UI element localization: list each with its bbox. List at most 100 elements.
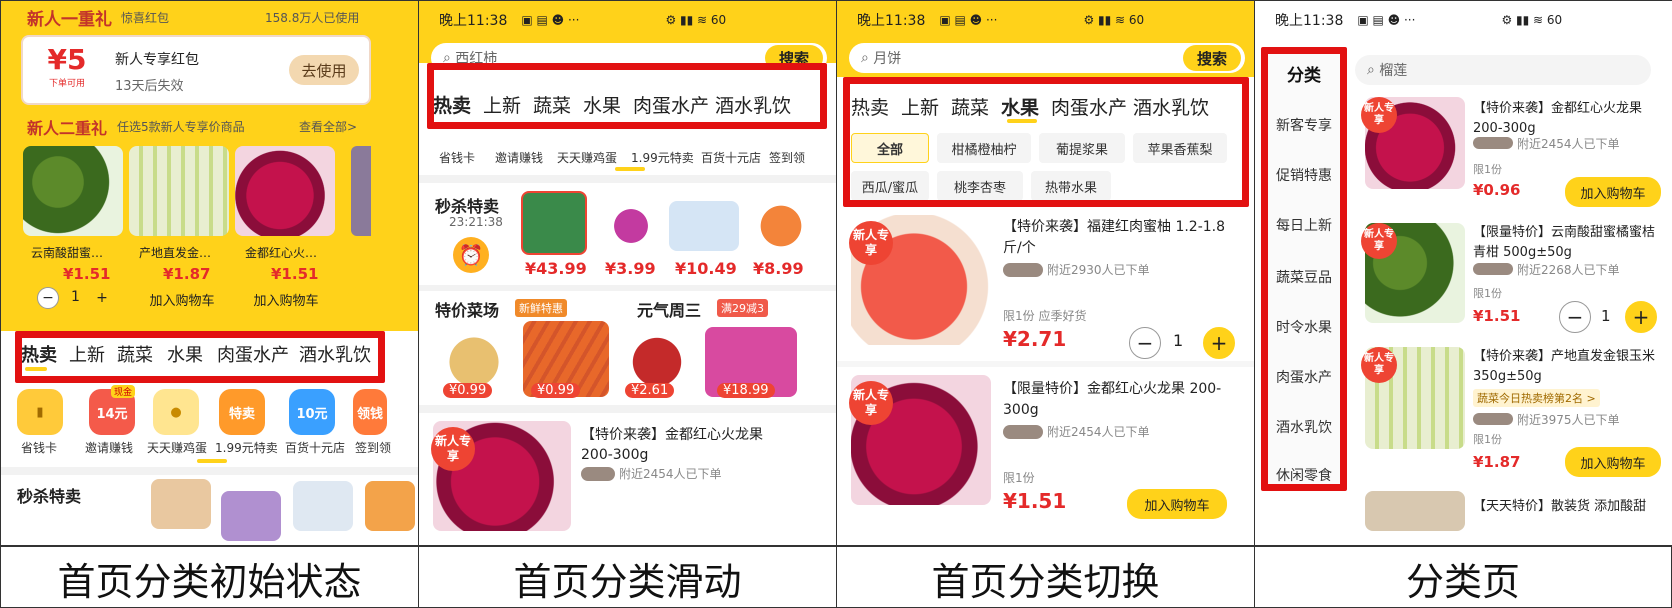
market-price: ¥18.99 — [717, 383, 775, 398]
flash-product-image[interactable] — [151, 479, 211, 529]
qty-plus-button[interactable]: + — [1203, 327, 1235, 359]
category-item-promotion[interactable]: 促销特惠 — [1265, 165, 1343, 185]
category-item-snacks[interactable]: 休闲零食 — [1265, 465, 1343, 485]
market-price: ¥0.99 — [443, 383, 493, 398]
product-price: ¥1.51 — [271, 265, 319, 283]
flash-product-image[interactable] — [747, 197, 815, 255]
alarm-clock-icon: ⏰ — [453, 237, 489, 273]
tab-vegetables[interactable]: 蔬菜 — [951, 93, 989, 120]
flash-product-image[interactable] — [521, 191, 587, 255]
limit-text: 限1份 — [1473, 163, 1502, 176]
tab-hot[interactable]: 热卖 — [21, 341, 57, 367]
tab-meat-eggs-seafood[interactable]: 肉蛋水产 — [217, 341, 289, 367]
tab-hot[interactable]: 热卖 — [433, 91, 471, 118]
icon-label: 签到领 — [355, 441, 392, 455]
tab-new[interactable]: 上新 — [69, 341, 105, 367]
add-to-cart-button[interactable]: 加入购物车 — [141, 287, 223, 311]
tab-meat-eggs-seafood[interactable]: 肉蛋水产 — [633, 91, 709, 118]
chip-all[interactable]: 全部 — [851, 133, 929, 163]
tab-meat-eggs-seafood[interactable]: 肉蛋水产 — [1051, 93, 1127, 120]
ten-yuan-store-icon[interactable]: 10元 — [289, 389, 335, 435]
flash-product-image[interactable] — [601, 197, 661, 255]
chip-stone-fruit[interactable]: 桃李杏枣 — [937, 171, 1023, 201]
product-image-dragonfruit[interactable] — [235, 146, 335, 236]
chip-apple-banana-pear[interactable]: 苹果香蕉梨 — [1133, 133, 1227, 163]
add-to-cart-button[interactable]: 加入购物车 — [1565, 447, 1661, 477]
category-item-vegetables[interactable]: 蔬菜豆品 — [1265, 267, 1343, 287]
chip-melon[interactable]: 西瓜/蜜瓜 — [851, 171, 929, 201]
flash-product-image[interactable] — [293, 481, 353, 531]
chip-tropical[interactable]: 热带水果 — [1031, 171, 1111, 201]
search-input[interactable]: ⌕ 榴莲 — [1355, 55, 1651, 85]
add-to-cart-button[interactable]: 加入购物车 — [245, 287, 327, 311]
product-title[interactable]: 【特价来袭】金都红心火龙果 200-300g — [581, 425, 781, 465]
category-item-seasonal-fruit[interactable]: 时令水果 — [1265, 317, 1343, 337]
product-title[interactable]: 【天天特价】散装货 添加酸甜 — [1473, 495, 1646, 514]
add-to-cart-button[interactable]: 加入购物车 — [1127, 489, 1227, 519]
caption-home-initial: 首页分类初始状态 — [1, 547, 419, 608]
product-price: ¥1.51 — [1473, 307, 1521, 325]
caption-category-page: 分类页 — [1405, 559, 1520, 604]
tab-fruit[interactable]: 水果 — [1001, 93, 1039, 120]
tab-drinks-dairy[interactable]: 酒水乳饮 — [715, 91, 791, 118]
product-image-corn[interactable] — [129, 146, 229, 236]
gift2-title: 新人二重礼 — [27, 119, 108, 138]
coupon-card[interactable]: ¥5 下单可用 新人专享红包 13天后失效 去使用 — [21, 35, 371, 105]
product-title[interactable]: 【限量特价】金都红心火龙果 200-300g — [1003, 379, 1243, 421]
signal-battery-icon: ⚙ ▮▮ ≋ 60 — [1083, 13, 1145, 27]
flash-product-image[interactable] — [221, 491, 281, 541]
tab-new[interactable]: 上新 — [901, 93, 939, 120]
product-title[interactable]: 【限量特价】云南酸甜蜜橘蜜桔 青柑 500g±50g — [1473, 223, 1669, 263]
gift2-see-all-link[interactable]: 查看全部> — [299, 118, 357, 135]
tab-drinks-dairy[interactable]: 酒水乳饮 — [1133, 93, 1209, 120]
buyer-avatars — [1003, 425, 1043, 439]
savings-card-icon[interactable]: ▮ — [17, 389, 63, 435]
product-title[interactable]: 【特价来袭】产地直发金银玉米 350g±50g — [1473, 347, 1669, 387]
icon-label: 邀请赚钱 — [495, 151, 544, 165]
status-time: 晚上11:38 — [1275, 13, 1344, 29]
tab-fruit[interactable]: 水果 — [167, 341, 203, 367]
category-item-daily-new[interactable]: 每日上新 — [1265, 215, 1343, 235]
category-item-meat-eggs-seafood[interactable]: 肉蛋水产 — [1265, 367, 1343, 387]
category-header: 分类 — [1287, 66, 1321, 86]
flash-product-image[interactable] — [365, 481, 415, 531]
chip-citrus[interactable]: 柑橘橙柚柠 — [937, 133, 1031, 163]
icon-label: 百货十元店 — [701, 151, 762, 165]
flash-product-image[interactable] — [669, 201, 739, 251]
chip-grapes-berries[interactable]: 葡提浆果 — [1039, 133, 1125, 163]
tab-new[interactable]: 上新 — [483, 91, 521, 118]
category-item-new-customer[interactable]: 新客专享 — [1265, 115, 1343, 135]
special-sale-icon[interactable]: 特卖 — [219, 389, 265, 435]
qty-minus-button[interactable]: − — [1559, 301, 1591, 333]
flash-sale-countdown: 23:21:38 — [449, 215, 503, 229]
tab-fruit[interactable]: 水果 — [583, 91, 621, 118]
product-name: 云南酸甜蜜… — [31, 246, 104, 260]
caption-home-switch: 首页分类切换 — [837, 547, 1255, 608]
product-image-lime[interactable] — [23, 146, 123, 236]
search-button[interactable]: 搜索 — [1183, 45, 1241, 71]
coupon-use-button[interactable]: 去使用 — [289, 55, 359, 85]
snack-image[interactable] — [1365, 491, 1465, 531]
product-title[interactable]: 【特价来袭】金都红心火龙果 200-300g — [1473, 99, 1669, 139]
category-item-drinks-dairy[interactable]: 酒水乳饮 — [1265, 417, 1343, 437]
qty-plus-button[interactable]: + — [1625, 301, 1657, 333]
add-to-cart-button[interactable]: 加入购物车 — [1565, 177, 1661, 207]
tab-drinks-dairy[interactable]: 酒水乳饮 — [299, 341, 371, 367]
buyer-avatars — [1473, 413, 1513, 425]
qty-minus-button[interactable]: − — [37, 287, 59, 309]
product-title[interactable]: 【特价来袭】福建红肉蜜柚 1.2-1.8斤/个 — [1003, 217, 1243, 259]
caption-home-scrolled: 首页分类滑动 — [419, 547, 837, 608]
icon-label: 省钱卡 — [439, 151, 476, 165]
qty-plus-button[interactable]: + — [91, 287, 113, 309]
tab-active-indicator — [25, 367, 47, 371]
qty-minus-button[interactable]: − — [1129, 327, 1161, 359]
daily-egg-icon[interactable]: ● — [153, 389, 199, 435]
ranking-tag[interactable]: 蔬菜今日热卖榜第2名 > — [1473, 389, 1600, 407]
tab-hot[interactable]: 热卖 — [851, 93, 889, 120]
checkin-icon[interactable]: 领钱 — [353, 389, 387, 435]
search-placeholder: 榴莲 — [1379, 63, 1408, 79]
gift1-title: 新人一重礼 — [27, 10, 112, 30]
add-to-cart-button-partial[interactable] — [347, 287, 387, 311]
tab-vegetables[interactable]: 蔬菜 — [117, 341, 153, 367]
tab-vegetables[interactable]: 蔬菜 — [533, 91, 571, 118]
